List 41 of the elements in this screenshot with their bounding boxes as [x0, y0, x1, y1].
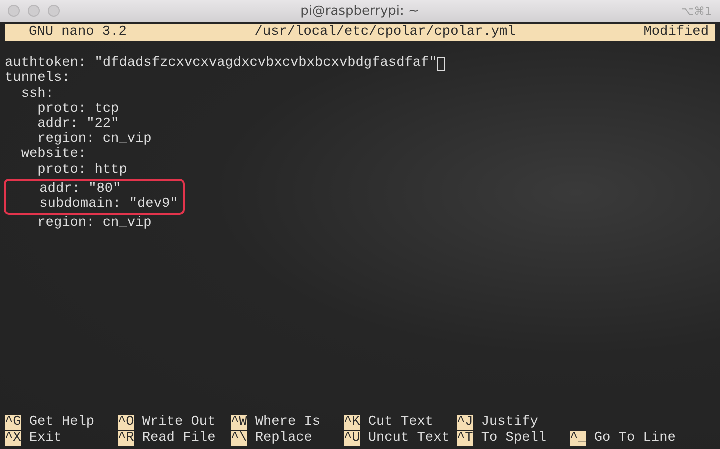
nano-version: GNU nano 3.2	[29, 25, 127, 40]
shortcut-key: ^T	[457, 430, 474, 446]
shortcut-key: ^X	[5, 430, 22, 446]
close-button[interactable]	[8, 5, 20, 17]
shortcut-key: ^\	[231, 430, 248, 446]
shortcut-key: ^R	[118, 430, 134, 446]
shortcut-key: ^K	[344, 415, 360, 430]
code-line: proto: http	[36, 162, 128, 178]
shortcut-label: Cut Text	[368, 415, 434, 430]
code-line: region: cn_vip	[38, 132, 152, 148]
shortcut-key: ^U	[344, 430, 360, 446]
code-line: addr: "80"	[38, 182, 122, 197]
shortcut-key: ^G	[5, 415, 22, 430]
modified-status: Modified	[644, 25, 709, 40]
code-line: region: cn_vip	[36, 216, 152, 232]
code-line: authtoken: "dfdadsfzcxvcxvagdxcvbxcvbxbcxvbdgfasdfaf"	[5, 56, 438, 72]
code-line: proto: tcp	[36, 102, 120, 117]
shortcut-label: Get Help	[29, 415, 95, 430]
shortcut-label: Write Out	[142, 415, 216, 430]
shortcut-label: Uncut Text	[368, 430, 450, 446]
minimize-button[interactable]	[28, 5, 40, 17]
shortcut-label: Go To Line	[594, 430, 676, 446]
code-line: subdomain: "dev9"	[38, 196, 178, 212]
shortcut-key: ^O	[118, 415, 134, 430]
file-path: /usr/local/etc/cpolar/cpolar.yml	[254, 25, 516, 40]
shortcut-label: To Spell	[481, 430, 547, 446]
shortcut-key: ^_	[570, 430, 586, 446]
window-title: pi@raspberrypi: ~	[300, 4, 420, 18]
shortcut-key: ^W	[231, 415, 248, 430]
code-line: tunnels:	[5, 71, 70, 87]
code-line: addr: "22"	[36, 116, 120, 132]
zoom-button[interactable]	[48, 5, 60, 17]
shortcut-label: Exit	[29, 430, 62, 446]
code-line: website:	[20, 147, 87, 163]
code-line: ssh:	[20, 86, 54, 102]
shortcut-label: Where Is	[255, 415, 321, 430]
shortcut-key: ^J	[457, 415, 474, 430]
shortcut-label: Replace	[255, 430, 312, 446]
shortcut-label: Read File	[142, 430, 216, 446]
shortcut-label: Justify	[481, 415, 538, 430]
window-shortcut: ⌥⌘1	[681, 4, 713, 18]
